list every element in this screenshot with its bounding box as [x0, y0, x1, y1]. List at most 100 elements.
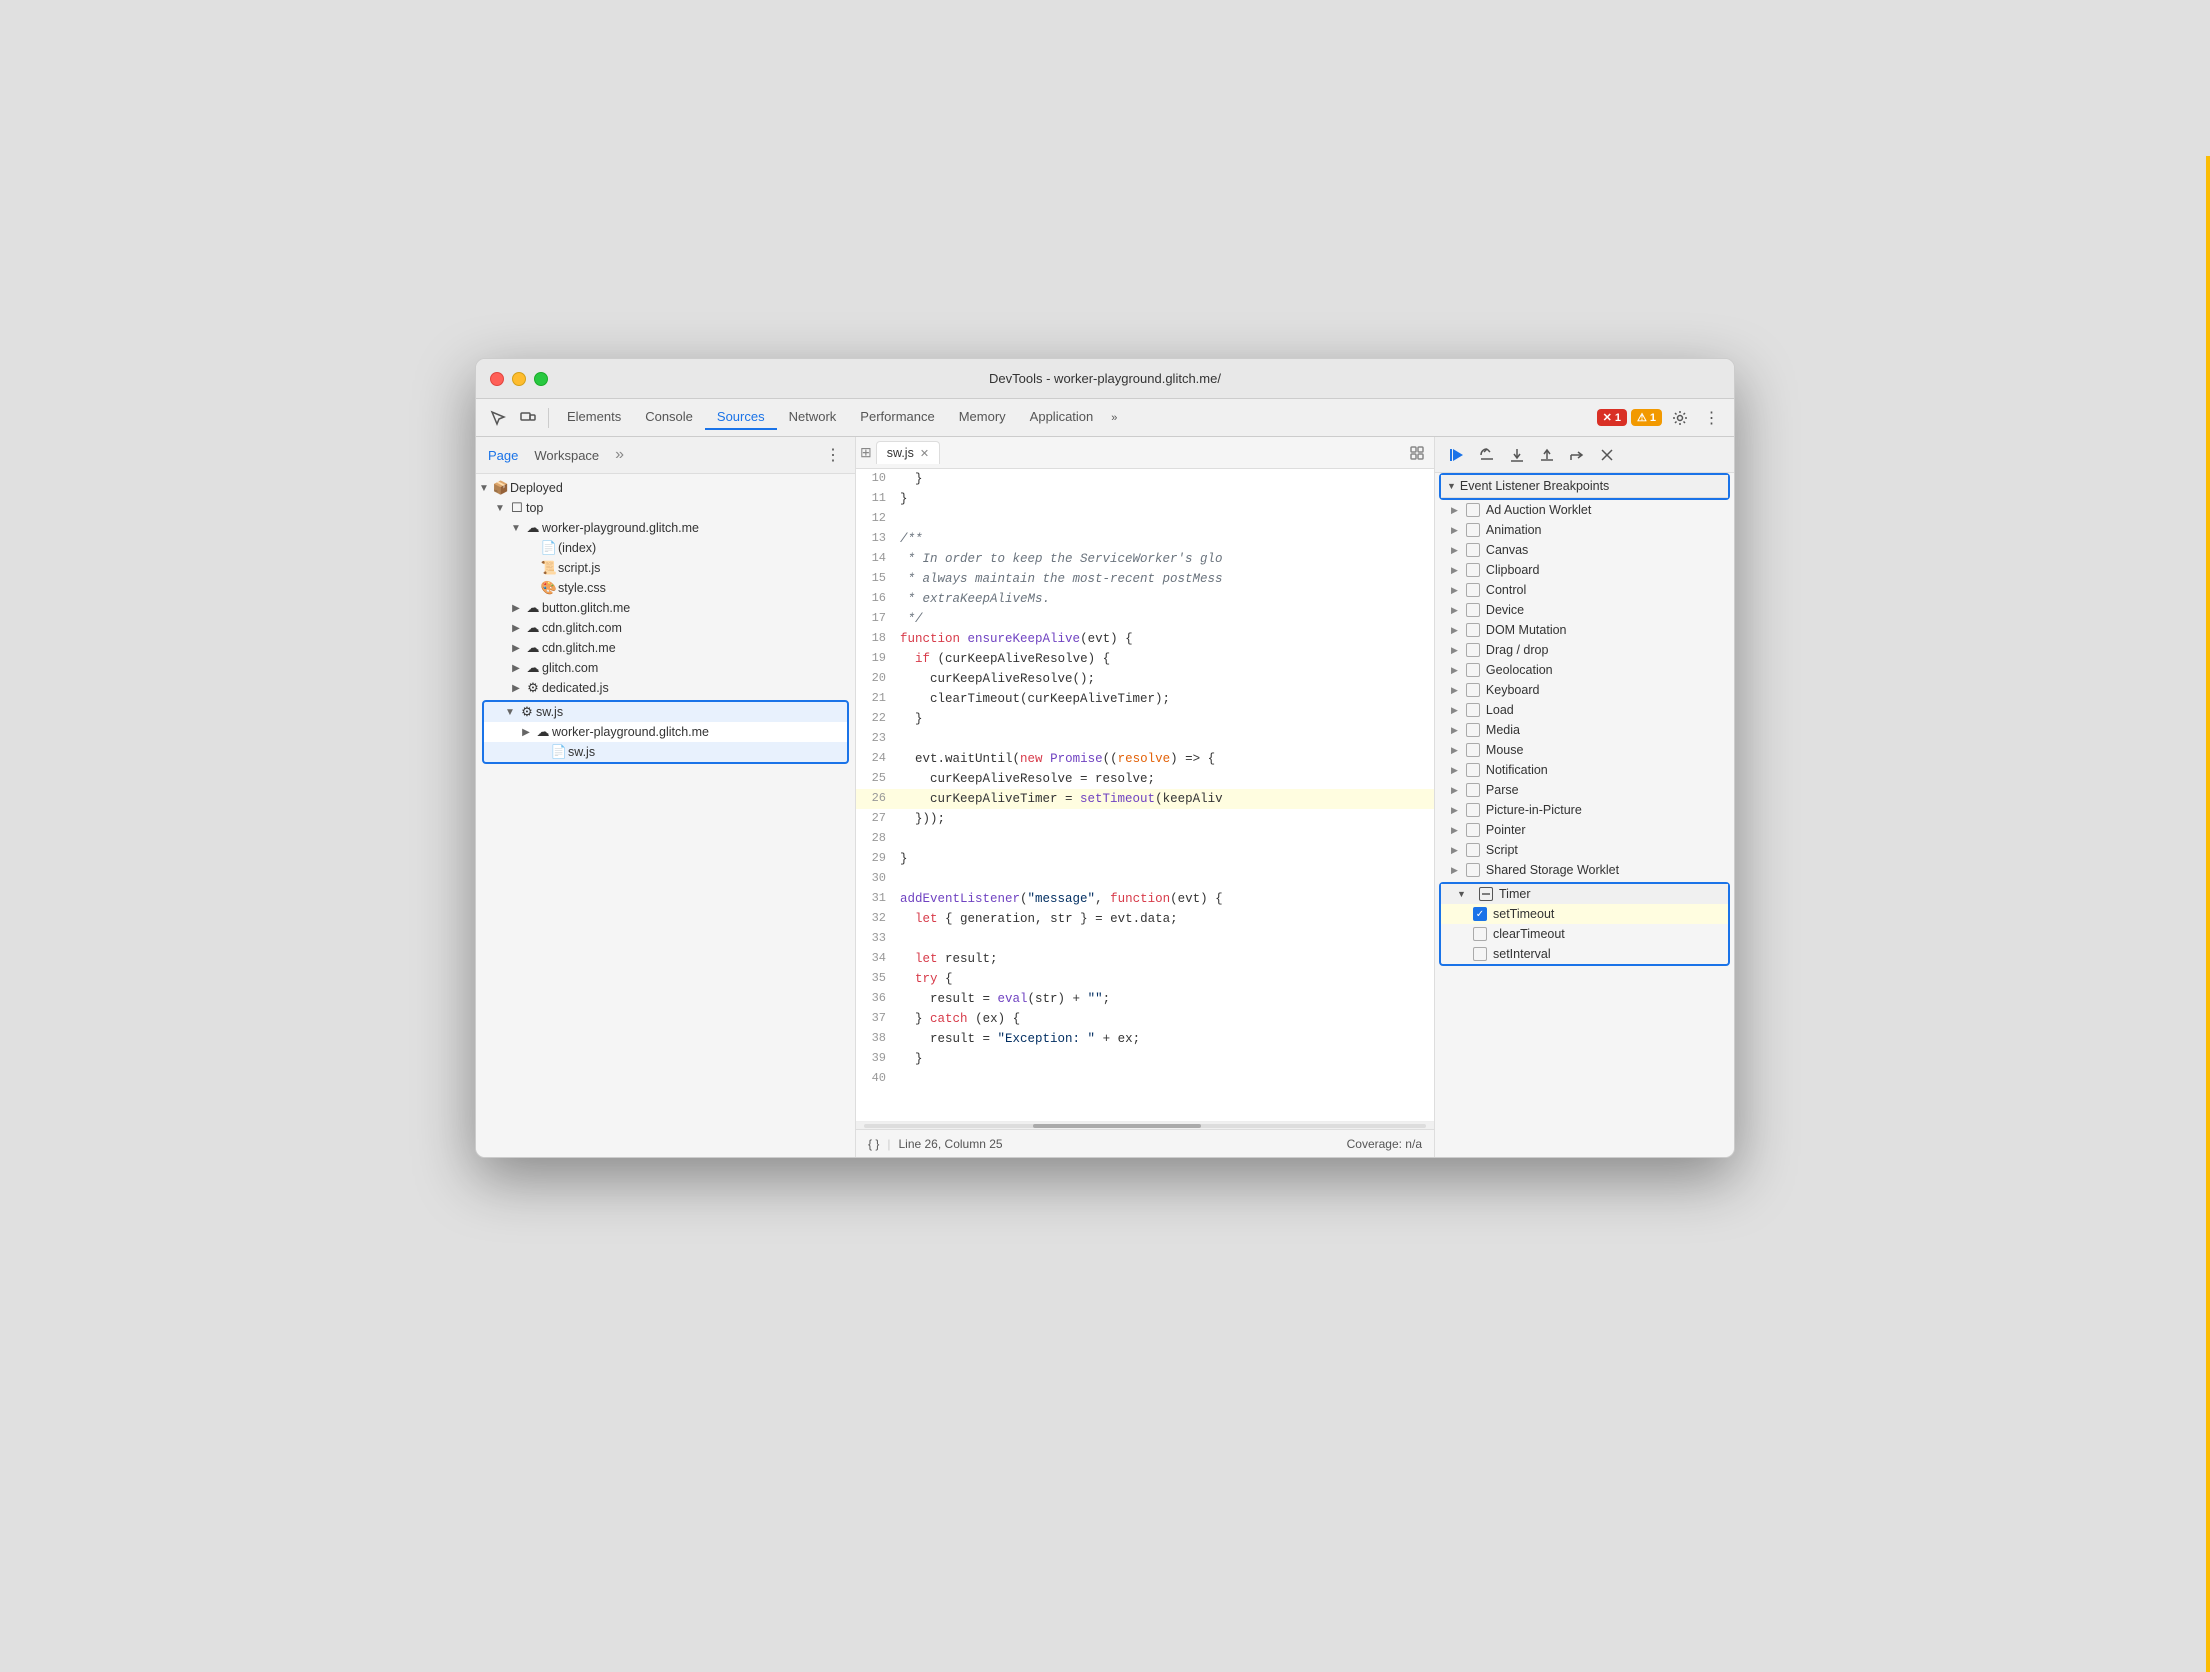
error-badge[interactable]: ✕ 1 — [1597, 409, 1627, 426]
minimize-button[interactable] — [512, 372, 526, 386]
bp-item-pointer[interactable]: ▶ Pointer — [1435, 820, 1734, 840]
deactivate-breakpoints-btn[interactable] — [1593, 441, 1621, 469]
tree-item-button-glitch[interactable]: ▶ ☁ button.glitch.me — [476, 598, 855, 618]
bp-check-ad-auction[interactable] — [1466, 503, 1480, 517]
tree-item-swjs-file[interactable]: 📄 sw.js — [484, 742, 847, 762]
panel-toggle-icon[interactable]: ⊞ — [860, 444, 872, 461]
event-listener-breakpoints-header[interactable]: ▼ Event Listener Breakpoints — [1441, 475, 1728, 498]
tree-item-cdn-me[interactable]: ▶ ☁ cdn.glitch.me — [476, 638, 855, 658]
maximize-button[interactable] — [534, 372, 548, 386]
bp-check-pointer[interactable] — [1466, 823, 1480, 837]
bp-check-settimeout[interactable]: ✓ — [1473, 907, 1487, 921]
pretty-print-btn[interactable] — [1404, 440, 1430, 466]
device-toggle-icon[interactable] — [514, 404, 542, 432]
bp-item-clipboard[interactable]: ▶ Clipboard — [1435, 560, 1734, 580]
tab-performance[interactable]: Performance — [848, 405, 946, 430]
event-listener-breakpoints-label: Event Listener Breakpoints — [1460, 479, 1609, 493]
bp-check-geolocation[interactable] — [1466, 663, 1480, 677]
bp-item-keyboard[interactable]: ▶ Keyboard — [1435, 680, 1734, 700]
bp-check-control[interactable] — [1466, 583, 1480, 597]
bp-item-notification[interactable]: ▶ Notification — [1435, 760, 1734, 780]
bp-check-notification[interactable] — [1466, 763, 1480, 777]
tree-item-index[interactable]: 📄 (index) — [476, 538, 855, 558]
bp-item-pip[interactable]: ▶ Picture-in-Picture — [1435, 800, 1734, 820]
bp-item-timer[interactable]: ▼ Timer — [1441, 884, 1728, 904]
bp-item-geolocation[interactable]: ▶ Geolocation — [1435, 660, 1734, 680]
more-file-tabs[interactable]: » — [615, 446, 624, 464]
tree-item-deployed[interactable]: ▼ 📦 Deployed — [476, 478, 855, 498]
bp-item-device[interactable]: ▶ Device — [1435, 600, 1734, 620]
bp-item-canvas[interactable]: ▶ Canvas — [1435, 540, 1734, 560]
bp-item-animation[interactable]: ▶ Animation — [1435, 520, 1734, 540]
bp-item-mouse[interactable]: ▶ Mouse — [1435, 740, 1734, 760]
tree-item-top[interactable]: ▼ ☐ top — [476, 498, 855, 518]
bp-check-parse[interactable] — [1466, 783, 1480, 797]
bp-check-setinterval[interactable] — [1473, 947, 1487, 961]
warn-badge[interactable]: ⚠ 1 — [1631, 409, 1662, 426]
bp-check-shared-storage[interactable] — [1466, 863, 1480, 877]
bp-item-shared-storage[interactable]: ▶ Shared Storage Worklet — [1435, 860, 1734, 880]
inspect-icon[interactable] — [484, 404, 512, 432]
more-tabs-button[interactable]: » — [1105, 408, 1123, 428]
bp-check-dom-mutation[interactable] — [1466, 623, 1480, 637]
bp-check-drag-drop[interactable] — [1466, 643, 1480, 657]
step-out-btn[interactable] — [1533, 441, 1561, 469]
tree-item-wp-swjs[interactable]: ▶ ☁ worker-playground.glitch.me — [484, 722, 847, 742]
tab-workspace[interactable]: Workspace — [530, 445, 603, 466]
bp-item-load[interactable]: ▶ Load — [1435, 700, 1734, 720]
bp-item-parse[interactable]: ▶ Parse — [1435, 780, 1734, 800]
bp-item-ad-auction[interactable]: ▶ Ad Auction Worklet — [1435, 500, 1734, 520]
code-content[interactable]: 10 } 11 } 12 13 /** 14 * In order — [856, 469, 1434, 1121]
bp-check-clipboard[interactable] — [1466, 563, 1480, 577]
tab-memory[interactable]: Memory — [947, 405, 1018, 430]
bp-item-drag-drop[interactable]: ▶ Drag / drop — [1435, 640, 1734, 660]
settings-icon[interactable] — [1666, 404, 1694, 432]
file-panel-menu-icon[interactable]: ⋮ — [819, 441, 847, 469]
tab-page[interactable]: Page — [484, 445, 522, 466]
step-into-btn[interactable] — [1503, 441, 1531, 469]
bp-check-media[interactable] — [1466, 723, 1480, 737]
tab-application[interactable]: Application — [1018, 405, 1106, 430]
bp-item-media[interactable]: ▶ Media — [1435, 720, 1734, 740]
bp-check-keyboard[interactable] — [1466, 683, 1480, 697]
bp-check-canvas[interactable] — [1466, 543, 1480, 557]
bp-check-device[interactable] — [1466, 603, 1480, 617]
tab-elements[interactable]: Elements — [555, 405, 633, 430]
breakpoints-panel: ▼ Event Listener Breakpoints ▶ Ad Auctio… — [1434, 437, 1734, 1157]
bp-check-script[interactable] — [1466, 843, 1480, 857]
tree-item-glitch-com[interactable]: ▶ ☁ glitch.com — [476, 658, 855, 678]
bp-item-cleartimeout[interactable]: clearTimeout — [1441, 924, 1728, 944]
tree-item-stylecss[interactable]: 🎨 style.css — [476, 578, 855, 598]
tab-console[interactable]: Console — [633, 405, 705, 430]
tree-item-cdn-com[interactable]: ▶ ☁ cdn.glitch.com — [476, 618, 855, 638]
bp-check-cleartimeout[interactable] — [1473, 927, 1487, 941]
format-button[interactable]: { } — [868, 1137, 879, 1151]
bp-check-animation[interactable] — [1466, 523, 1480, 537]
bp-check-load[interactable] — [1466, 703, 1480, 717]
step-over-btn[interactable] — [1473, 441, 1501, 469]
bp-item-script[interactable]: ▶ Script — [1435, 840, 1734, 860]
bp-check-timer[interactable] — [1479, 887, 1493, 901]
code-tab-close[interactable]: ✕ — [920, 447, 929, 460]
code-tabs: ⊞ sw.js ✕ — [856, 437, 1434, 469]
tab-network[interactable]: Network — [777, 405, 849, 430]
file-icon-stylecss: 🎨 — [540, 580, 558, 596]
step-btn[interactable] — [1563, 441, 1591, 469]
tree-item-dedicated[interactable]: ▶ ⚙ dedicated.js — [476, 678, 855, 698]
code-scrollbar[interactable] — [856, 1121, 1434, 1129]
bp-item-setinterval[interactable]: setInterval — [1441, 944, 1728, 964]
bp-item-control[interactable]: ▶ Control — [1435, 580, 1734, 600]
code-tab-swjs[interactable]: sw.js ✕ — [876, 441, 940, 464]
tab-sources[interactable]: Sources — [705, 405, 777, 430]
scrollbar-thumb[interactable] — [1033, 1124, 1202, 1128]
resume-btn[interactable] — [1443, 441, 1471, 469]
bp-check-pip[interactable] — [1466, 803, 1480, 817]
tree-item-worker-playground[interactable]: ▼ ☁ worker-playground.glitch.me — [476, 518, 855, 538]
bp-item-settimeout[interactable]: ✓ setTimeout — [1441, 904, 1728, 924]
tree-item-scriptjs[interactable]: 📜 script.js — [476, 558, 855, 578]
bp-check-mouse[interactable] — [1466, 743, 1480, 757]
more-options-icon[interactable]: ⋮ — [1698, 404, 1726, 432]
tree-item-swjs-root[interactable]: ▼ ⚙ sw.js — [484, 702, 847, 722]
close-button[interactable] — [490, 372, 504, 386]
bp-item-dom-mutation[interactable]: ▶ DOM Mutation — [1435, 620, 1734, 640]
